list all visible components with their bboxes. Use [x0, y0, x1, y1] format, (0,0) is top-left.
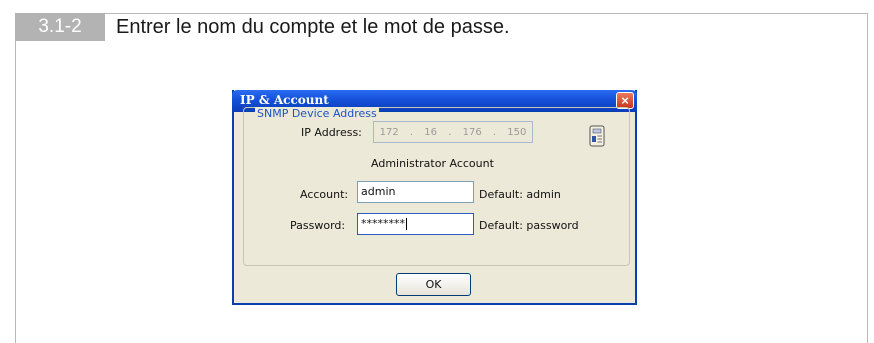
- ip-address-label: IP Address:: [301, 126, 362, 139]
- ip-separator: .: [492, 126, 497, 138]
- ip-separator: .: [409, 126, 414, 138]
- administrator-account-heading: Administrator Account: [371, 157, 494, 170]
- password-default-hint: Default: password: [479, 219, 579, 232]
- account-default-hint: Default: admin: [479, 188, 561, 201]
- ip-octet-2[interactable]: 16: [424, 127, 437, 138]
- ip-address-field[interactable]: 172 . 16 . 176 . 150: [373, 121, 533, 143]
- ip-octet-3[interactable]: 176: [463, 127, 482, 138]
- password-input[interactable]: ********: [357, 213, 474, 235]
- device-info-icon: [589, 125, 605, 147]
- password-value: ********: [361, 217, 405, 230]
- account-label: Account:: [300, 188, 349, 201]
- ip-separator: .: [448, 126, 452, 138]
- ip-account-dialog: IP & Account × SNMP Device Address IP Ad…: [232, 90, 637, 305]
- password-label: Password:: [290, 219, 346, 232]
- ip-octet-1[interactable]: 172: [380, 127, 399, 138]
- dialog-title: IP & Account: [240, 93, 329, 107]
- ok-button[interactable]: OK: [396, 273, 471, 296]
- step-number-badge: 3.1-2: [15, 13, 105, 41]
- account-input[interactable]: admin: [357, 181, 474, 203]
- ip-octet-4[interactable]: 150: [507, 127, 526, 138]
- text-caret: [406, 218, 407, 230]
- step-instruction: Entrer le nom du compte et le mot de pas…: [116, 16, 510, 38]
- account-value: admin: [361, 185, 396, 198]
- group-title: SNMP Device Address: [255, 107, 379, 120]
- close-icon: ×: [621, 93, 629, 108]
